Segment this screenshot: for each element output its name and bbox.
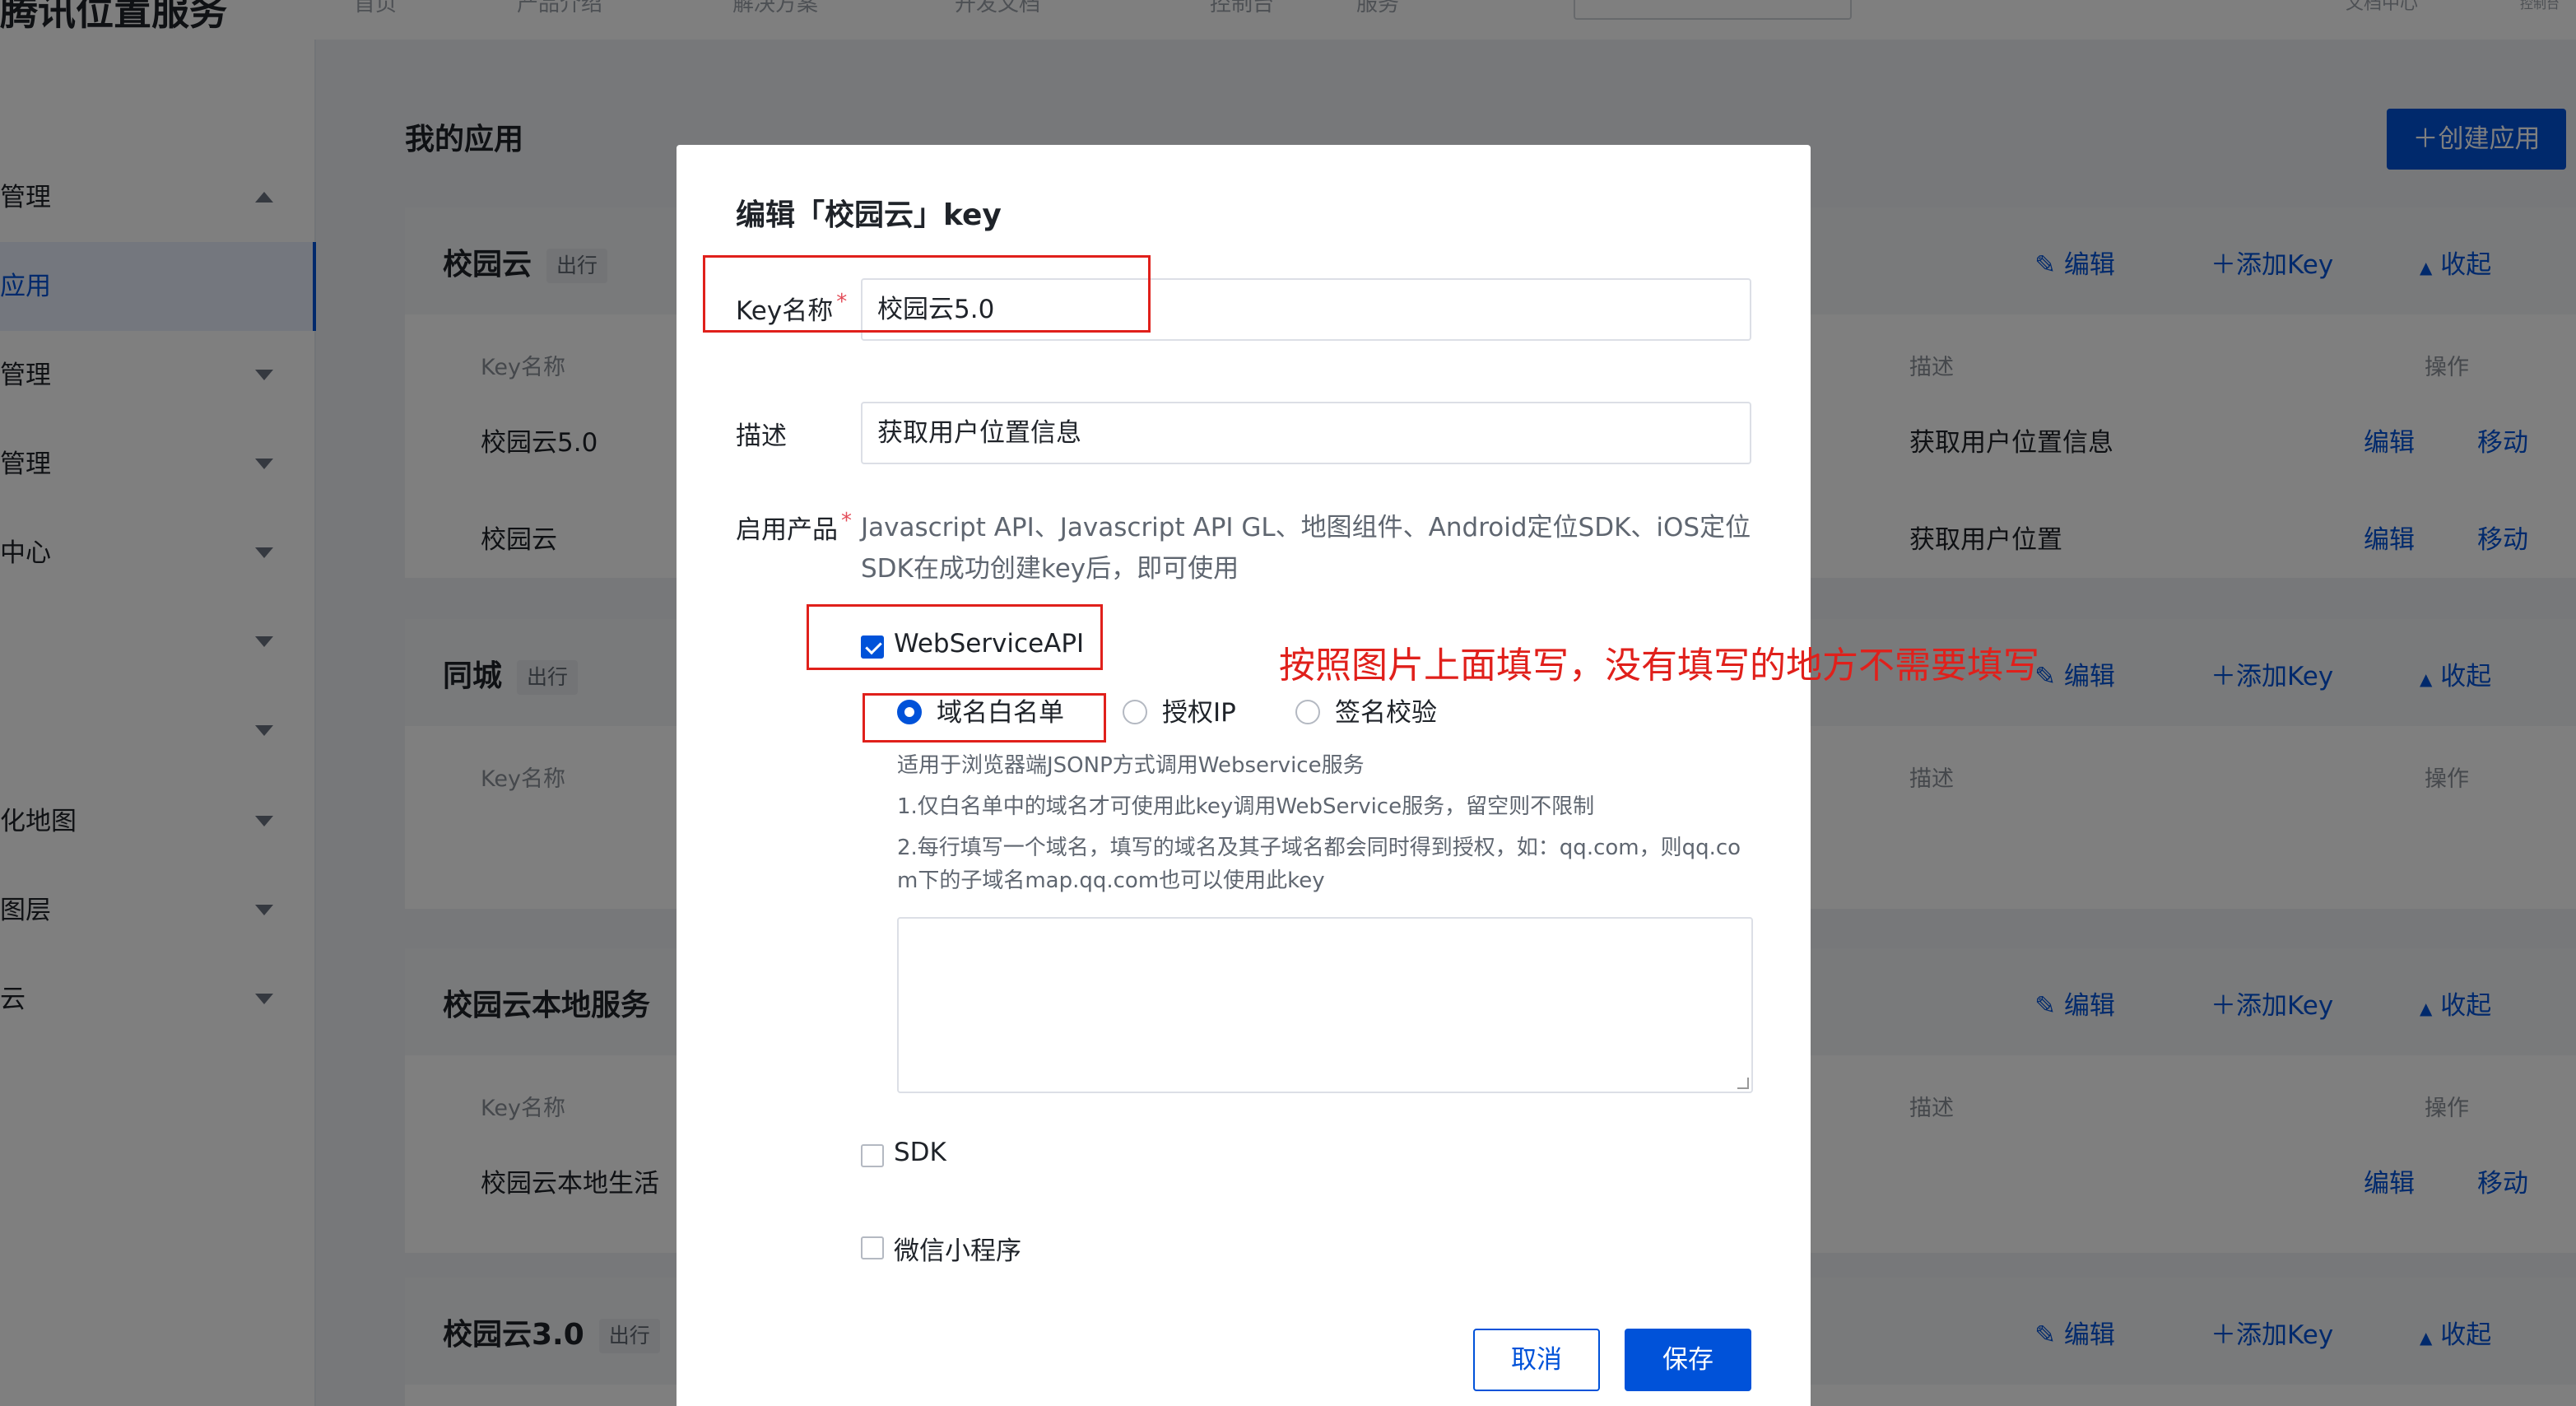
annotation-box [863,693,1106,743]
radio-label-authorized-ip[interactable]: 授权IP [1162,691,1236,729]
edit-key-dialog: 编辑「校园云」key Key名称 * 校园云5.0 描述 获取用户位置信息 启用产… [677,145,1811,1406]
sdk-checkbox[interactable] [861,1144,884,1167]
radio-label-signature-check[interactable]: 签名校验 [1335,691,1437,729]
hint-text: 1.仅白名单中的域名才可使用此key调用WebService服务，留空则不限制 [897,794,1595,819]
hint-text: 2.每行填写一个域名，填写的域名及其子域名都会同时得到授权，如：qq.com，则… [897,836,1741,893]
annotation-box [703,255,1151,333]
domain-whitelist-textarea[interactable] [897,917,1753,1093]
hint-text: 适用于浏览器端JSONP方式调用Webservice服务 [897,753,1365,778]
radio-authorized-ip[interactable] [1123,700,1147,724]
required-mark: * [841,509,852,533]
radio-signature-check[interactable] [1295,700,1320,724]
save-button[interactable]: 保存 [1625,1329,1751,1391]
products-label: 启用产品 * [736,509,852,545]
description-label: 描述 [736,421,787,451]
sdk-label[interactable]: SDK [894,1138,946,1167]
miniprogram-label[interactable]: 微信小程序 [894,1230,1021,1267]
dialog-title: 编辑「校园云」key [736,198,1002,232]
description-input[interactable]: 获取用户位置信息 [861,402,1751,464]
products-note: Javascript API、Javascript API GL、地图组件、An… [861,513,1751,584]
cancel-button[interactable]: 取消 [1473,1329,1600,1391]
miniprogram-checkbox[interactable] [861,1236,884,1259]
annotation-box [807,604,1103,670]
annotation-text: 按照图片上面填写，没有填写的地方不需要填写 [1279,645,2039,687]
resize-handle-icon[interactable] [1737,1078,1749,1089]
